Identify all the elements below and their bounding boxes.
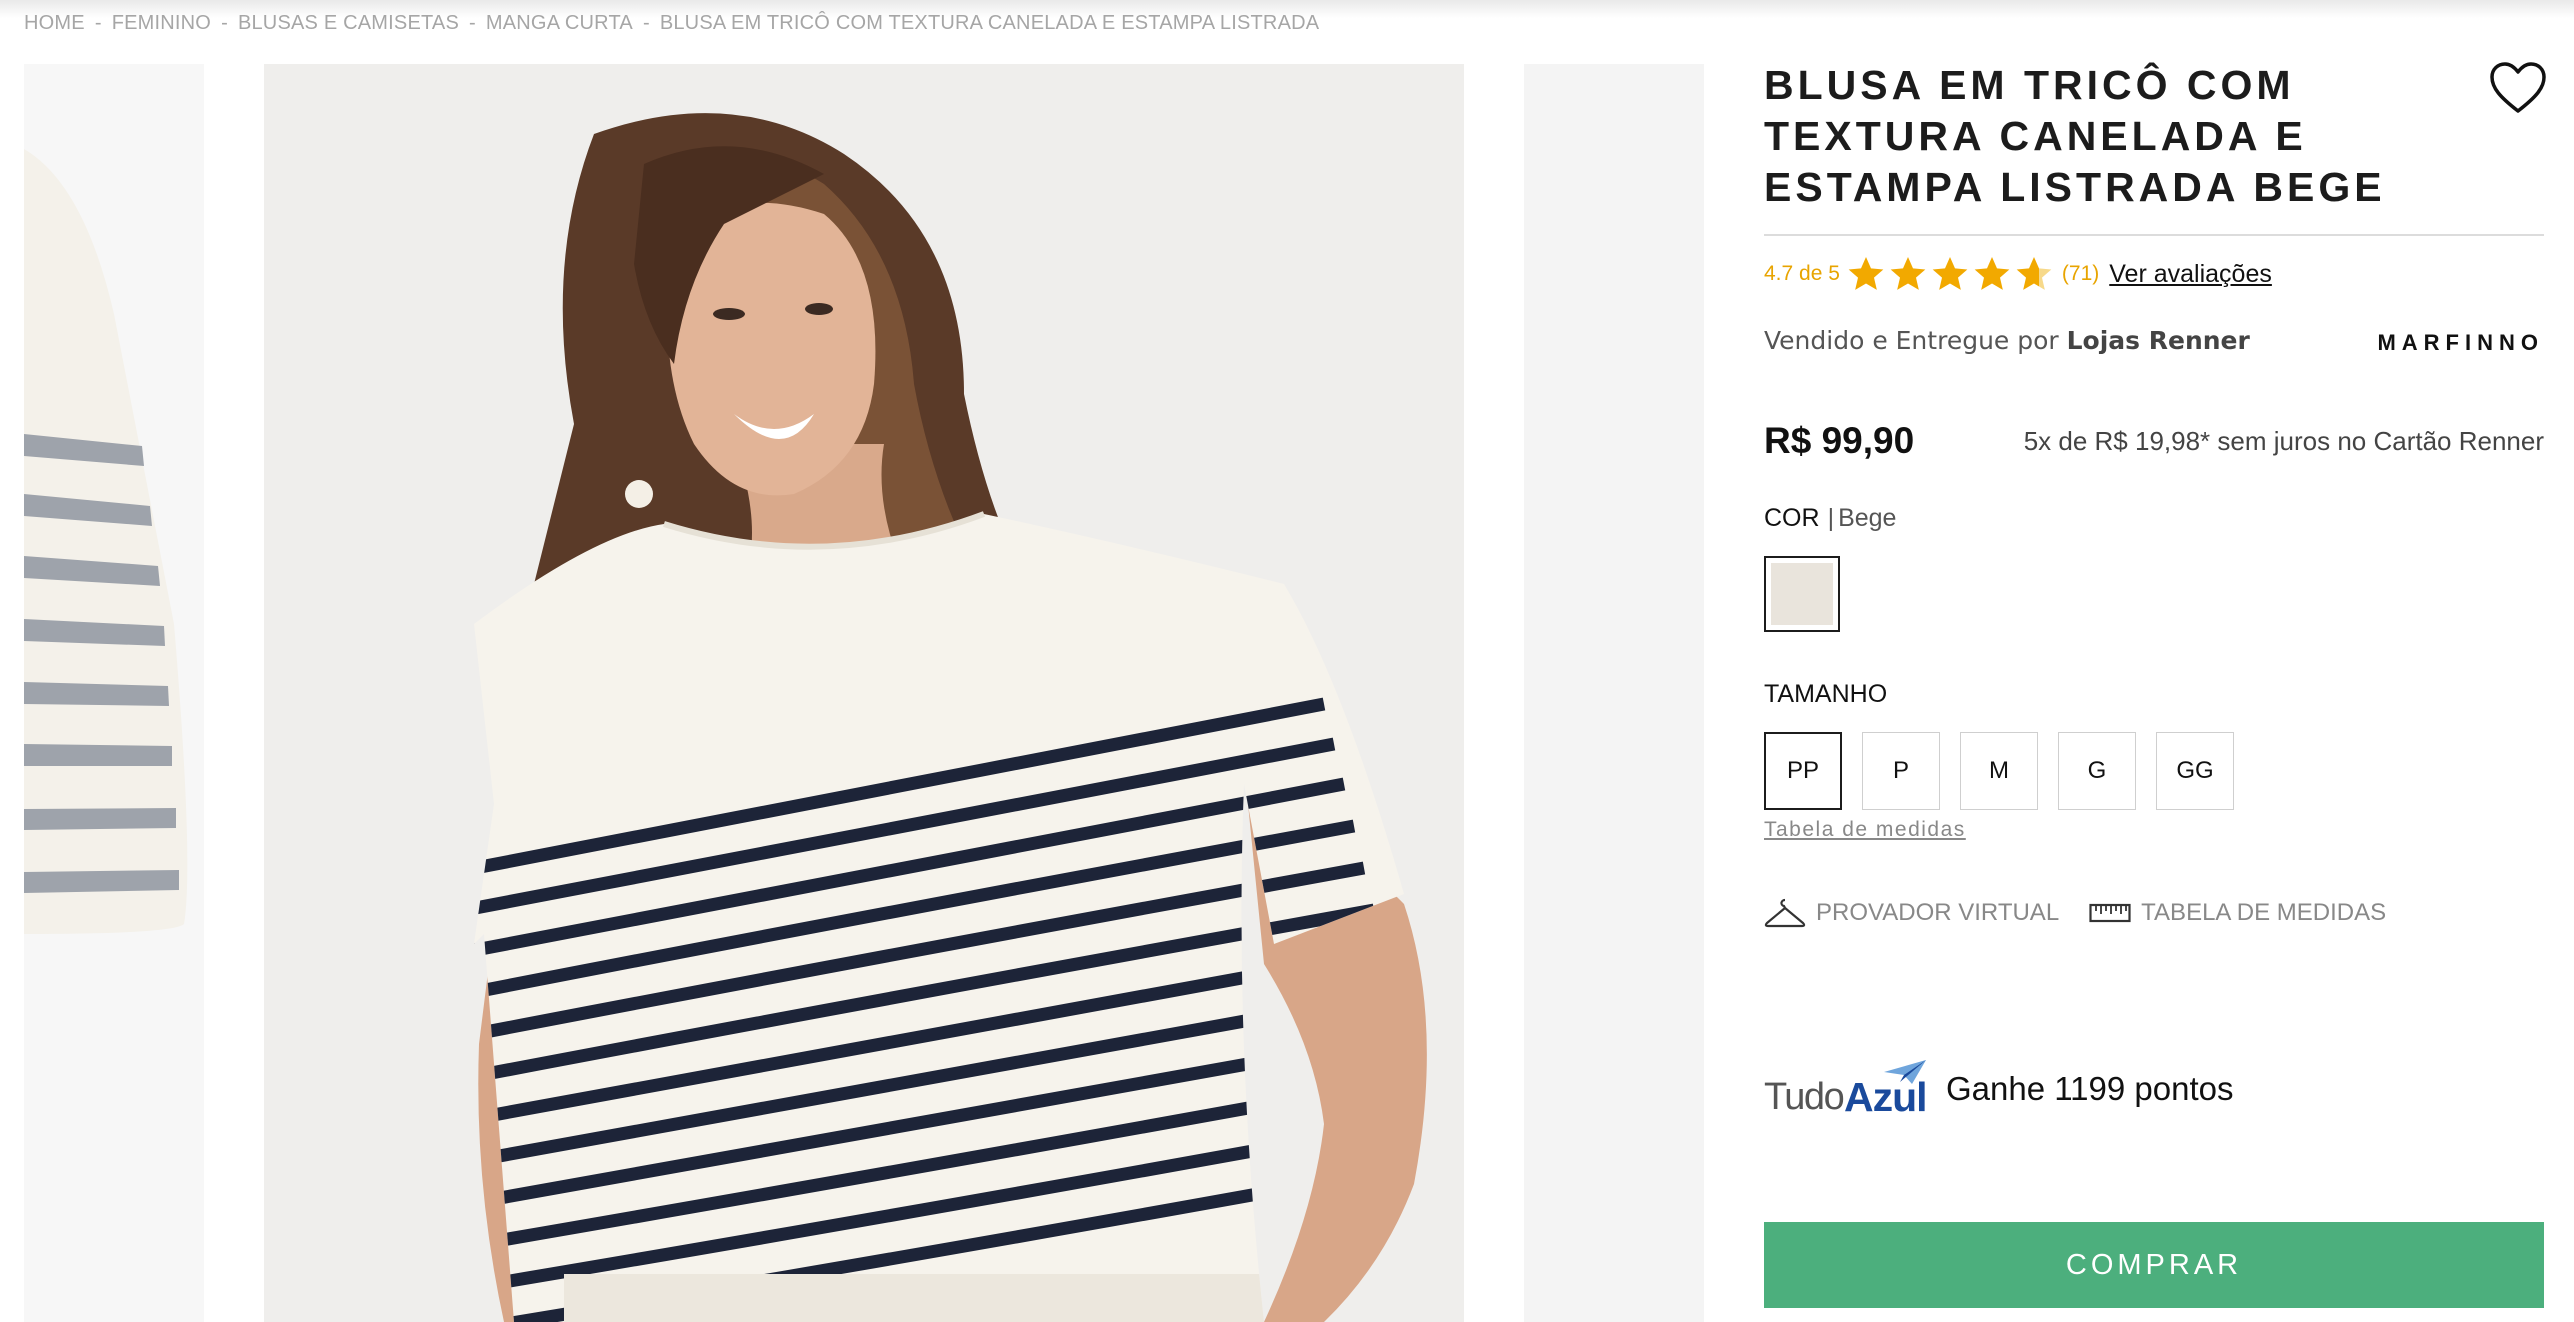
see-reviews-link[interactable]: Ver avaliações — [2109, 260, 2272, 289]
breadcrumb-separator: - — [94, 12, 102, 34]
hanger-icon — [1764, 898, 1806, 928]
rating-score: 4.7 de 5 — [1764, 262, 1840, 285]
size-option-m[interactable]: M — [1960, 732, 2038, 810]
size-option-gg[interactable]: GG — [2156, 732, 2234, 810]
star-half-icon — [2016, 257, 2052, 290]
heart-icon — [2490, 62, 2546, 113]
virtual-fitting-button[interactable]: PROVADOR VIRTUAL — [1764, 898, 2059, 928]
breadcrumb-manga-curta[interactable]: MANGA CURTA — [486, 12, 633, 35]
size-option-g[interactable]: G — [2058, 732, 2136, 810]
ruler-icon — [2089, 903, 2131, 923]
seller-prefix: Vendido e Entregue por — [1764, 326, 2067, 355]
paper-plane-icon — [1884, 1060, 1926, 1084]
color-title: COR — [1764, 504, 1820, 532]
breadcrumb-separator: - — [469, 12, 476, 34]
breadcrumb-separator: - — [221, 12, 228, 34]
color-swatch-chip — [1771, 563, 1833, 625]
rating-stars — [1846, 254, 2056, 294]
seller-name: Lojas Renner — [2066, 326, 2250, 355]
breadcrumb-separator: - — [642, 12, 650, 34]
product-panel: BLUSA EM TRICÔ COM TEXTURA CANELADA E ES… — [1764, 0, 2546, 1322]
title-divider — [1764, 234, 2544, 236]
fit-tools: PROVADOR VIRTUAL TABELA DE MEDIDAS — [1764, 898, 2416, 928]
color-separator: | — [1827, 504, 1835, 532]
size-options: PP P M G GG — [1764, 732, 2254, 810]
model-photo — [264, 64, 1464, 1322]
star-icon — [1932, 257, 1968, 290]
favorite-button[interactable] — [2488, 60, 2548, 116]
buy-button[interactable]: COMPRAR — [1764, 1222, 2544, 1308]
tudoazul-points: Ganhe 1199 pontos — [1946, 1070, 2234, 1107]
product-title: BLUSA EM TRICÔ COM TEXTURA CANELADA E ES… — [1764, 62, 2386, 210]
price: R$ 99,90 — [1764, 420, 1915, 461]
seller-info: Vendido e Entregue por Lojas Renner — [1764, 326, 2250, 355]
breadcrumb-feminino[interactable]: FEMININO — [112, 12, 211, 35]
gallery-image-main[interactable] — [264, 64, 1464, 1322]
rating-count: (71) — [2061, 262, 2100, 285]
virtual-fitting-label: PROVADOR VIRTUAL — [1816, 899, 2060, 926]
breadcrumb-blusas-camisetas[interactable]: BLUSAS E CAMISETAS — [238, 12, 459, 35]
gallery-image-next[interactable] — [1524, 64, 1704, 1322]
color-swatch-bege[interactable] — [1764, 556, 1840, 632]
star-icon — [1974, 257, 2010, 290]
color-value: Bege — [1838, 504, 1897, 532]
size-label: TAMANHO — [1764, 680, 1888, 708]
size-option-p[interactable]: P — [1862, 732, 1940, 810]
star-icon — [1890, 257, 1926, 290]
size-option-pp[interactable]: PP — [1764, 732, 1842, 810]
rating: 4.7 de 5 (71) Ver avaliações — [1764, 254, 2272, 294]
brand-logo[interactable]: MARFINNO — [2377, 330, 2544, 356]
size-table-link[interactable]: Tabela de medidas — [1764, 818, 1966, 842]
sleeve-photo — [24, 64, 204, 1322]
size-chart-label: TABELA DE MEDIDAS — [2141, 899, 2387, 926]
tudoazul-logo: Tudo Azul — [1764, 1058, 1928, 1120]
gallery-image-previous[interactable] — [24, 64, 204, 1322]
breadcrumb-current: BLUSA EM TRICÔ COM TEXTURA CANELADA E ES… — [659, 12, 1320, 34]
tudoazul-logo-part1: Tudo — [1764, 1076, 1845, 1118]
star-icon — [1848, 257, 1884, 290]
installments-info: 5x de R$ 19,98* sem juros no Cartão Renn… — [2023, 426, 2544, 456]
breadcrumb-home[interactable]: HOME — [24, 12, 85, 35]
breadcrumb: HOME - FEMININO - BLUSAS E CAMISETAS - M… — [24, 12, 1319, 35]
tudoazul-promo: Tudo Azul Ganhe 1199 pontos — [1764, 1058, 2233, 1120]
size-chart-button[interactable]: TABELA DE MEDIDAS — [2089, 899, 2386, 927]
color-label: COR | Bege — [1764, 504, 1896, 533]
